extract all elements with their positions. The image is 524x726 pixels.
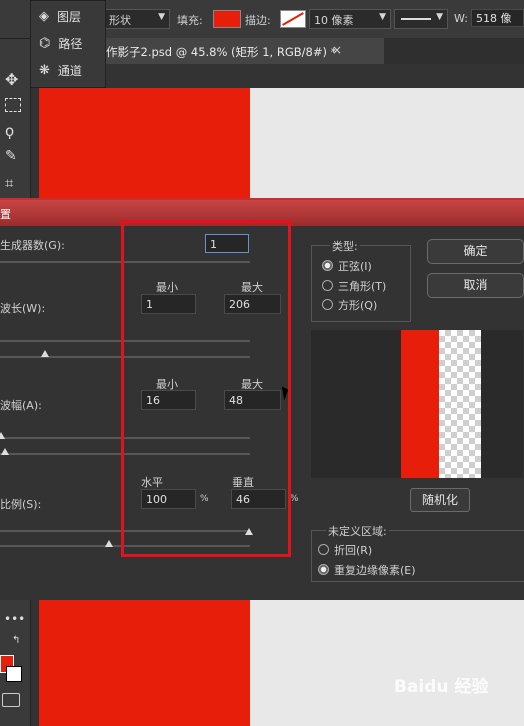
paths-icon: ⌬ [39,35,51,51]
more-tools-icon[interactable]: ••• [4,612,25,626]
percent-label: % [290,494,299,504]
marquee-tool-icon[interactable] [5,98,21,112]
radio-repeat-edge[interactable]: 重复边缘像素(E) [318,562,416,578]
radio-icon [318,544,329,555]
slider-thumb[interactable] [1,448,9,455]
menu-item-channels[interactable]: ❋ 通道 [39,59,82,81]
quick-mask-icon[interactable] [2,693,20,707]
shape-mode-value: 形状 [109,14,131,27]
width-label: W: [454,12,468,25]
radio-repeat-label: 重复边缘像素(E) [334,564,416,577]
chevron-down-icon: ▼ [158,12,165,22]
menu-item-label: 通道 [57,63,82,78]
wavelength-label: 波长(W): [0,302,46,315]
undefined-area-label: 未定义区域: [326,523,389,539]
watermark: Baidu 经验 [394,677,489,697]
lasso-tool-icon[interactable]: ϙ [5,122,14,140]
highlight-box [121,220,291,557]
preview-red-shape [401,330,439,478]
layers-icon: ◈ [39,8,49,24]
shape-mode-select[interactable]: 形状 ▼ [104,9,170,29]
chevron-down-icon: ▼ [379,12,386,22]
preview-pane [311,330,523,478]
background-color[interactable] [6,666,22,682]
canvas-background-bottom [250,600,524,726]
radio-selected-icon [318,564,329,575]
close-tab-icon[interactable]: × [332,43,342,57]
slider-thumb[interactable] [0,432,5,439]
preview-transparency [439,330,481,478]
fill-swatch[interactable] [213,10,241,28]
menu-item-label: 路径 [58,36,83,51]
fill-label: 填充: [177,14,203,27]
radio-square-label: 方形(Q) [338,299,378,312]
document-tab[interactable]: 作影子2.psd @ 45.8% (矩形 1, RGB/8#) * × [104,38,384,64]
radio-icon [322,280,333,291]
panels-menu: ◈ 图层 ⌬ 路径 ❋ 通道 [30,0,106,88]
stroke-swatch[interactable] [280,10,306,28]
radio-icon [322,299,333,310]
stroke-size-value: 10 像素 [314,14,354,27]
canvas-background-top [250,88,524,200]
cancel-button[interactable]: 取消 [427,273,524,298]
width-input[interactable]: 518 像 [471,9,524,27]
radio-sine-label: 正弦(I) [338,260,372,273]
dialog-title: 置 [0,208,11,221]
stroke-size-select[interactable]: 10 像素 ▼ [309,9,391,29]
quick-select-icon[interactable]: ✎ [5,148,17,164]
red-rectangle-top [39,88,250,200]
stroke-label: 描边: [245,14,271,27]
radio-triangle[interactable]: 三角形(T) [322,278,386,294]
radio-square[interactable]: 方形(Q) [322,297,377,313]
menu-item-layers[interactable]: ◈ 图层 [39,5,81,27]
radio-sine[interactable]: 正弦(I) [322,258,372,274]
menu-item-label: 图层 [57,9,82,24]
scale-label: 比例(S): [0,498,42,511]
radio-triangle-label: 三角形(T) [338,280,387,293]
type-label: 类型: [330,238,360,254]
radio-wrap-label: 折回(R) [334,544,373,557]
red-rectangle-bottom [39,600,250,726]
radio-selected-icon [322,260,333,271]
document-tab-title: 作影子2.psd @ 45.8% (矩形 1, RGB/8#) * [106,45,337,59]
ok-button[interactable]: 确定 [427,239,524,264]
randomize-button[interactable]: 随机化 [410,488,470,512]
swap-colors-icon[interactable]: ↰ [12,635,20,646]
radio-wrap-around[interactable]: 折回(R) [318,542,372,558]
menu-item-paths[interactable]: ⌬ 路径 [39,32,82,54]
slider-thumb[interactable] [105,540,113,547]
move-tool-icon[interactable]: ✥ [5,70,18,89]
crop-tool-icon[interactable]: ⌗ [5,174,13,192]
generators-label: 生成器数(G): [0,239,65,252]
amplitude-label: 波幅(A): [0,399,42,412]
chevron-down-icon: ▼ [436,12,443,22]
stroke-type-select[interactable]: ▼ [394,9,448,29]
slider-thumb[interactable] [41,350,49,357]
channels-icon: ❋ [39,62,50,78]
